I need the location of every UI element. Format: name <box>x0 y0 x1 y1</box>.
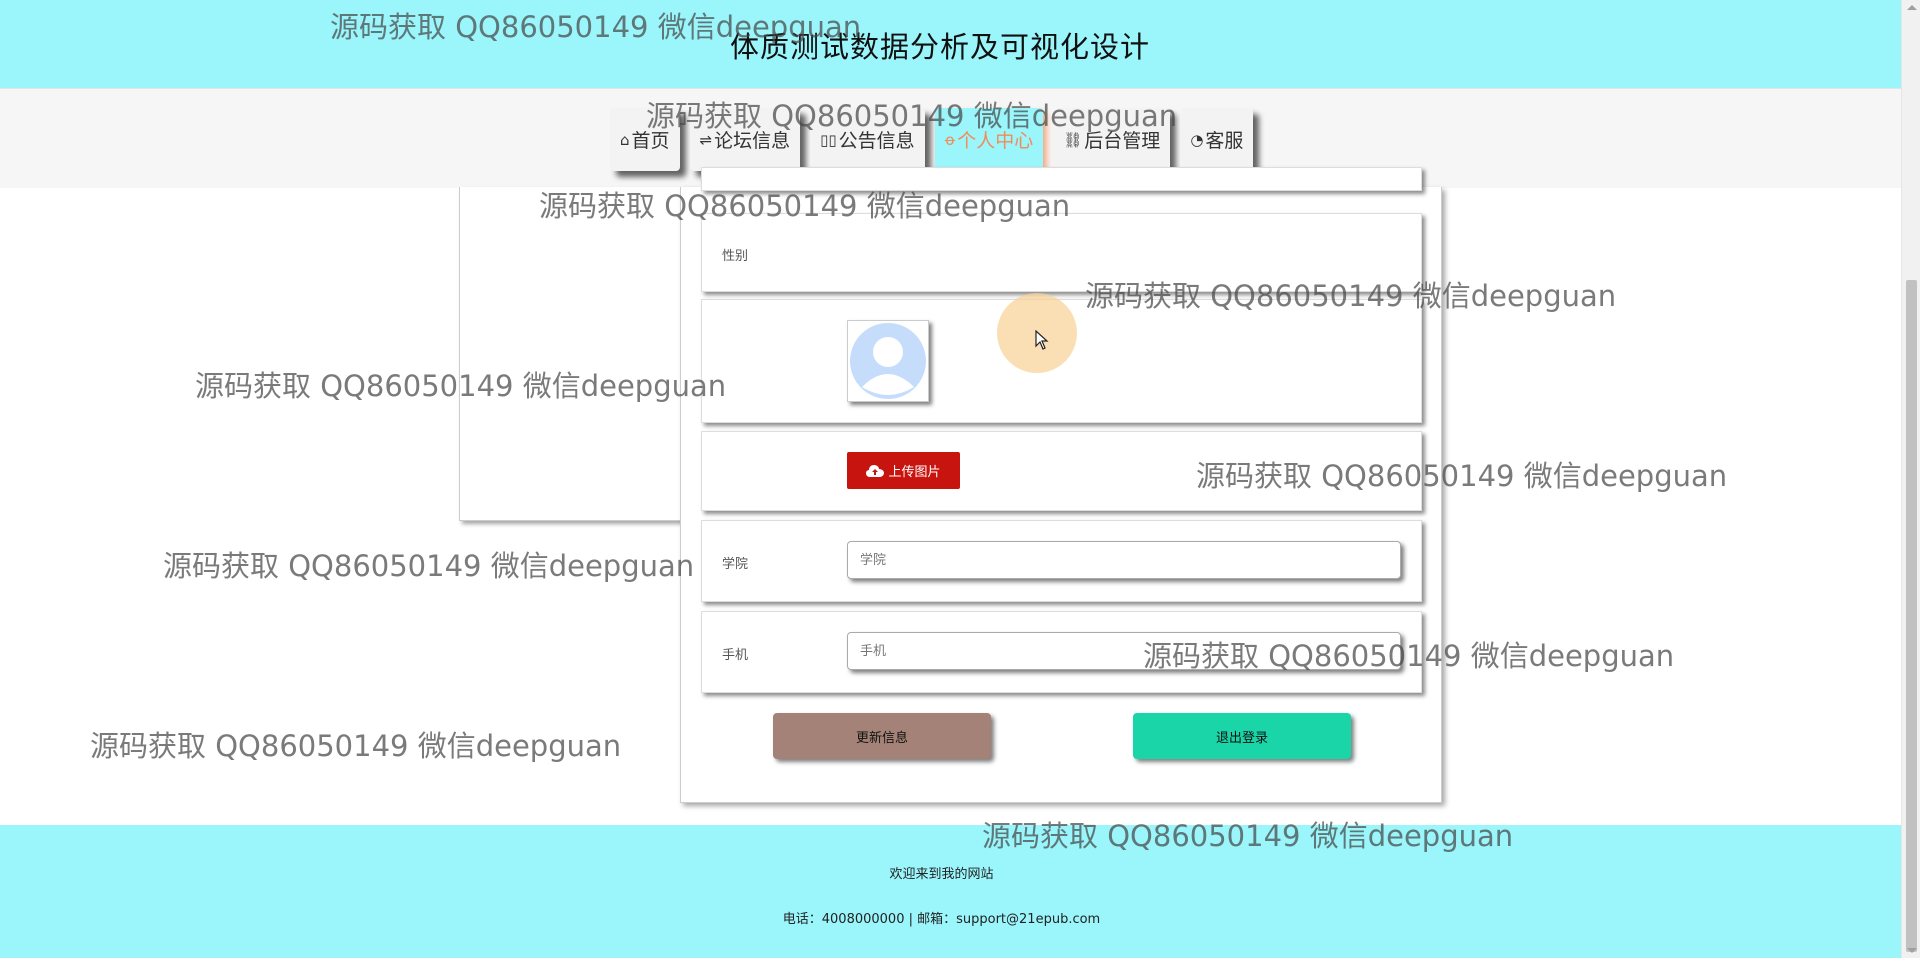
phone-label: 手机 <box>722 648 749 663</box>
form-row-gender: 性别 <box>701 213 1422 292</box>
profile-form: 性别 上传图片 学院 手机 更新信息 退出登录 <box>680 167 1442 803</box>
home-icon: ⌂ <box>620 130 630 149</box>
site-footer: 欢迎来到我的网站 电话：4008000000 | 邮箱：support@21ep… <box>0 825 1901 958</box>
avatar-placeholder-icon <box>848 321 928 401</box>
nav-item-label: 后台管理 <box>1084 130 1161 152</box>
nav-menu: ⌂ 首页 ⇌ 论坛信息 ▯▯ 公告信息 ꝋ 个人中心 ⛓ 后台管理 ◔ 客服 <box>610 108 1254 171</box>
form-row-phone: 手机 <box>701 611 1422 693</box>
side-panel <box>459 187 693 521</box>
user-icon: ꝋ <box>944 130 956 149</box>
mouse-pointer-icon <box>1035 330 1049 350</box>
scroll-down-icon[interactable] <box>1907 948 1917 953</box>
scroll-thumb[interactable] <box>1906 280 1917 952</box>
cloud-upload-icon <box>866 464 885 477</box>
watermark-text: 源码获取 QQ86050149 微信deepguan <box>163 549 695 583</box>
nav-item-label: 首页 <box>631 130 670 152</box>
upload-image-label: 上传图片 <box>888 465 941 480</box>
form-row-partial <box>701 167 1422 191</box>
nav-item-announcements[interactable]: ▯▯ 公告信息 <box>810 108 925 171</box>
update-info-button[interactable]: 更新信息 <box>773 713 991 759</box>
nav-item-forum[interactable]: ⇌ 论坛信息 <box>689 108 801 171</box>
site-title: 体质测试数据分析及可视化设计 <box>729 30 1150 64</box>
link-icon: ⛓ <box>1063 130 1083 149</box>
nav-item-label: 论坛信息 <box>714 130 791 152</box>
nav-item-label: 公告信息 <box>838 130 915 152</box>
logout-button[interactable]: 退出登录 <box>1133 713 1351 759</box>
form-row-college: 学院 <box>701 520 1422 602</box>
footer-contact-text: 电话：4008000000 | 邮箱：support@21epub.com <box>782 912 1101 927</box>
nav-item-label: 客服 <box>1205 130 1244 152</box>
phone-input[interactable] <box>847 632 1401 670</box>
upload-image-button[interactable]: 上传图片 <box>847 452 960 489</box>
college-input[interactable] <box>847 541 1401 579</box>
watermark-text: 源码获取 QQ86050149 微信deepguan <box>90 729 622 763</box>
book-icon: ▯▯ <box>820 130 837 149</box>
nav-item-customer-service[interactable]: ◔ 客服 <box>1180 108 1254 171</box>
college-label: 学院 <box>722 557 749 572</box>
avatar <box>847 320 929 402</box>
gender-label: 性别 <box>722 249 749 264</box>
page-scrollbar[interactable] <box>1901 0 1920 958</box>
nav-item-label: 个人中心 <box>957 130 1034 152</box>
site-header: 体质测试数据分析及可视化设计 <box>0 0 1901 88</box>
footer-welcome-text: 欢迎来到我的网站 <box>889 867 994 882</box>
nav-item-personal-center[interactable]: ꝋ 个人中心 <box>934 108 1044 171</box>
nav-item-admin[interactable]: ⛓ 后台管理 <box>1053 108 1171 171</box>
scroll-up-icon[interactable] <box>1907 5 1917 10</box>
nav-item-home[interactable]: ⌂ 首页 <box>610 108 680 171</box>
sliders-icon: ⇌ <box>699 130 713 149</box>
form-row-upload: 上传图片 <box>701 431 1422 511</box>
chat-icon: ◔ <box>1190 130 1204 149</box>
